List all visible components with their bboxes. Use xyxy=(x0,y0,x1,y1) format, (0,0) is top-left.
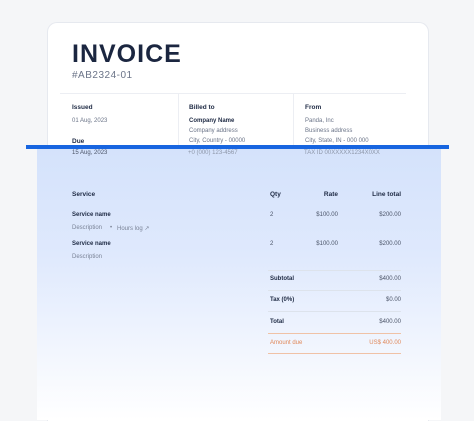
service-header: Service xyxy=(72,191,96,198)
service-description: Description xyxy=(72,254,103,260)
due-date: 15 Aug, 2023 xyxy=(72,150,108,156)
amount-due-divider xyxy=(268,333,401,334)
billed-to-address: Company address xyxy=(189,128,238,134)
due-label: Due xyxy=(72,138,85,145)
summary-divider xyxy=(268,270,401,271)
billed-to-city: City, Country - 00000 xyxy=(189,138,246,144)
service-description: Description xyxy=(72,225,103,231)
billed-to-phone: +0 (000) 123-4567 xyxy=(188,150,238,156)
highlight-overlay xyxy=(37,146,441,420)
service-name: Service name xyxy=(72,212,111,218)
rate-cell: $100.00 xyxy=(316,241,338,247)
billed-to-column: Billed to Company Name Company address C… xyxy=(178,93,294,151)
total-value: $400.00 xyxy=(379,319,401,325)
summary-divider xyxy=(268,290,401,291)
tax-value: $0.00 xyxy=(385,297,401,303)
from-address: Business address xyxy=(305,128,353,134)
summary-divider xyxy=(268,311,401,312)
billed-to-name: Company Name xyxy=(189,118,235,124)
rate-cell: $100.00 xyxy=(316,212,338,218)
issued-label: Issued xyxy=(72,104,93,111)
amount-due-divider xyxy=(268,353,401,354)
total-label: Total xyxy=(270,319,284,325)
subtotal-label: Subtotal xyxy=(270,276,294,282)
qty-cell: 2 xyxy=(270,241,274,247)
service-name: Service name xyxy=(72,241,111,247)
highlight-line xyxy=(26,145,449,149)
line-total-cell: $200.00 xyxy=(379,212,401,218)
dates-column: Issued 01 Aug, 2023 Due xyxy=(60,93,178,151)
tax-label: Tax (0%) xyxy=(270,297,295,303)
rate-header: Rate xyxy=(323,191,338,198)
line-total-header: Line total xyxy=(372,191,401,198)
from-city: City, State, IN - 000 000 xyxy=(305,138,369,144)
from-tax-id: TAX ID 00XXXXX1234X0XX xyxy=(304,150,380,156)
invoice-title: INVOICE xyxy=(72,40,182,68)
from-name: Panda, Inc xyxy=(305,118,334,124)
from-label: From xyxy=(305,104,322,111)
from-column: From Panda, Inc Business address City, S… xyxy=(293,93,406,151)
line-total-cell: $200.00 xyxy=(379,241,401,247)
billed-to-label: Billed to xyxy=(189,104,215,111)
bullet-separator: • xyxy=(110,225,113,231)
qty-header: Qty xyxy=(270,191,281,198)
hours-log-link[interactable]: Hours log ↗ xyxy=(117,225,149,232)
subtotal-value: $400.00 xyxy=(379,276,401,282)
amount-due-value: US$ 400.00 xyxy=(369,340,401,346)
qty-cell: 2 xyxy=(270,212,274,218)
invoice-number: #AB2324-01 xyxy=(72,70,133,81)
issued-date: 01 Aug, 2023 xyxy=(72,118,108,124)
amount-due-label: Amount due xyxy=(270,340,303,346)
